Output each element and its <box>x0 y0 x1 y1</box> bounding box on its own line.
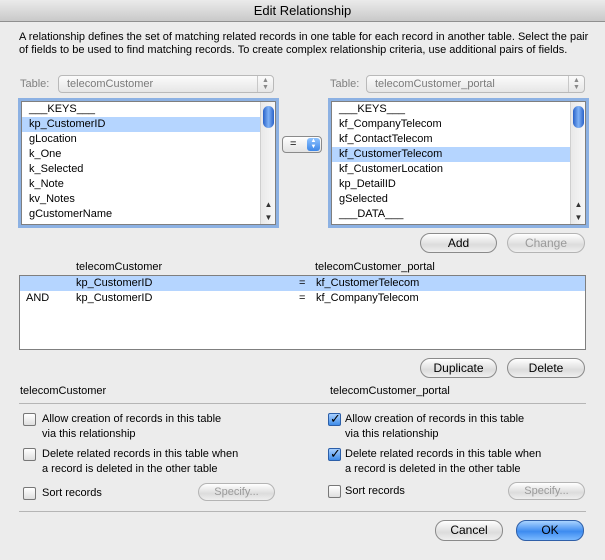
delete-line2: a record is deleted in the other table <box>42 463 218 475</box>
allow-line2: via this relationship <box>42 428 136 440</box>
criteria-left-field: kp_CustomerID <box>76 277 153 289</box>
field-list-item[interactable]: k_One <box>22 147 275 162</box>
left-list-scrollbar[interactable]: ▲ ▼ <box>260 102 275 224</box>
left-sort-records-checkbox[interactable] <box>23 487 36 500</box>
bottom-separator <box>19 511 586 512</box>
delete-button[interactable]: Delete <box>507 358 585 378</box>
left-options-title: telecomCustomer <box>20 385 107 397</box>
allow-line1: Allow creation of records in this table <box>345 413 525 425</box>
ok-button[interactable]: OK <box>516 520 584 541</box>
delete-line1: Delete related records in this table whe… <box>345 448 542 460</box>
field-list-item[interactable]: kf_CompanyTelecom <box>332 117 585 132</box>
left-delete-related-checkbox[interactable] <box>23 448 36 461</box>
right-allow-creation-label[interactable]: Allow creation of records in this table … <box>345 412 524 442</box>
window-title: Edit Relationship <box>0 0 605 22</box>
add-button[interactable]: Add <box>420 233 497 253</box>
options-separator <box>19 403 586 404</box>
criteria-row[interactable]: AND kp_CustomerID = kf_CompanyTelecom <box>20 291 585 306</box>
criteria-right-field: kf_CompanyTelecom <box>316 292 419 304</box>
left-field-list[interactable]: ___KEYS___ kp_CustomerID gLocation k_One k_S… <box>21 101 276 225</box>
delete-line1: Delete related records in this table whe… <box>42 448 239 460</box>
right-sort-records-checkbox[interactable] <box>328 485 341 498</box>
criteria-left-header: telecomCustomer <box>76 261 163 273</box>
criteria-left-field: kp_CustomerID <box>76 292 153 304</box>
left-sort-records-label[interactable]: Sort records <box>42 486 102 501</box>
right-delete-related-checkbox[interactable] <box>328 446 341 462</box>
scroll-up-arrow-icon[interactable]: ▲ <box>571 198 585 211</box>
field-list-item[interactable]: k_Selected <box>22 162 275 177</box>
field-list-item[interactable]: kf_CustomerLocation <box>332 162 585 177</box>
criteria-conjunction: AND <box>26 292 50 304</box>
scroll-thumb[interactable] <box>263 106 274 128</box>
field-list-item[interactable]: gSelected <box>332 192 585 207</box>
field-list-item[interactable]: kf_ContactTelecom <box>332 132 585 147</box>
change-button[interactable]: Change <box>507 233 585 253</box>
scroll-thumb[interactable] <box>573 106 584 128</box>
scroll-up-arrow-icon[interactable]: ▲ <box>261 198 275 211</box>
right-delete-related-label[interactable]: Delete related records in this table whe… <box>345 447 541 477</box>
criteria-list[interactable]: kp_CustomerID = kf_CustomerTelecom AND kp_Cu… <box>19 275 586 350</box>
delete-line2: a record is deleted in the other table <box>345 463 521 475</box>
criteria-operator: = <box>299 292 306 304</box>
field-list-item[interactable]: ___DATA___ <box>332 207 585 222</box>
right-table-value: telecomCustomer_portal <box>375 78 495 90</box>
popup-arrows-icon: ▲ ▼ <box>307 138 320 151</box>
field-list-item[interactable]: kv_Notes <box>22 192 275 207</box>
right-specify-button[interactable]: Specify... <box>508 482 585 500</box>
popup-arrows-icon: ▲ ▼ <box>568 76 584 92</box>
right-list-scrollbar[interactable]: ▲ ▼ <box>570 102 585 224</box>
scroll-down-arrow-icon[interactable]: ▼ <box>571 211 585 224</box>
criteria-right-field: kf_CustomerTelecom <box>316 277 420 289</box>
left-table-value: telecomCustomer <box>67 78 154 90</box>
field-list-item[interactable]: kp_CustomerID <box>22 117 275 132</box>
field-list-item[interactable]: ___KEYS___ <box>332 102 585 117</box>
scroll-down-arrow-icon[interactable]: ▼ <box>261 211 275 224</box>
field-list-item[interactable]: gLocation <box>22 132 275 147</box>
criteria-right-header: telecomCustomer_portal <box>315 261 435 273</box>
field-list-item[interactable]: kf_CustomerTelecom <box>332 147 585 162</box>
operator-popup[interactable]: = ▲ ▼ <box>282 136 322 153</box>
description-text: A relationship defines the set of matchi… <box>19 31 589 56</box>
operator-value: = <box>290 138 297 150</box>
left-allow-creation-label[interactable]: Allow creation of records in this table … <box>42 412 221 442</box>
left-table-label: Table: <box>20 78 50 90</box>
cancel-button[interactable]: Cancel <box>435 520 503 541</box>
right-options-title: telecomCustomer_portal <box>330 385 450 397</box>
right-allow-creation-checkbox[interactable] <box>328 411 341 427</box>
field-list-item[interactable]: k_Note <box>22 177 275 192</box>
right-table-label: Table: <box>330 78 360 90</box>
right-table-popup[interactable]: telecomCustomer_portal ▲ ▼ <box>366 75 585 93</box>
allow-line1: Allow creation of records in this table <box>42 413 222 425</box>
field-list-item[interactable]: ___KEYS___ <box>22 102 275 117</box>
left-table-popup[interactable]: telecomCustomer ▲ ▼ <box>58 75 274 93</box>
duplicate-button[interactable]: Duplicate <box>420 358 497 378</box>
criteria-row[interactable]: kp_CustomerID = kf_CustomerTelecom <box>20 276 585 291</box>
popup-arrows-icon: ▲ ▼ <box>257 76 273 92</box>
right-sort-records-label[interactable]: Sort records <box>345 484 405 499</box>
criteria-operator: = <box>299 277 306 289</box>
left-allow-creation-checkbox[interactable] <box>23 413 36 426</box>
left-specify-button[interactable]: Specify... <box>198 483 275 501</box>
left-delete-related-label[interactable]: Delete related records in this table whe… <box>42 447 238 477</box>
field-list-item[interactable]: gCustomerName <box>22 207 275 222</box>
allow-line2: via this relationship <box>345 428 439 440</box>
right-field-list[interactable]: ___KEYS___ kf_CompanyTelecom kf_ContactTel… <box>331 101 586 225</box>
field-list-item[interactable]: kp_DetailID <box>332 177 585 192</box>
